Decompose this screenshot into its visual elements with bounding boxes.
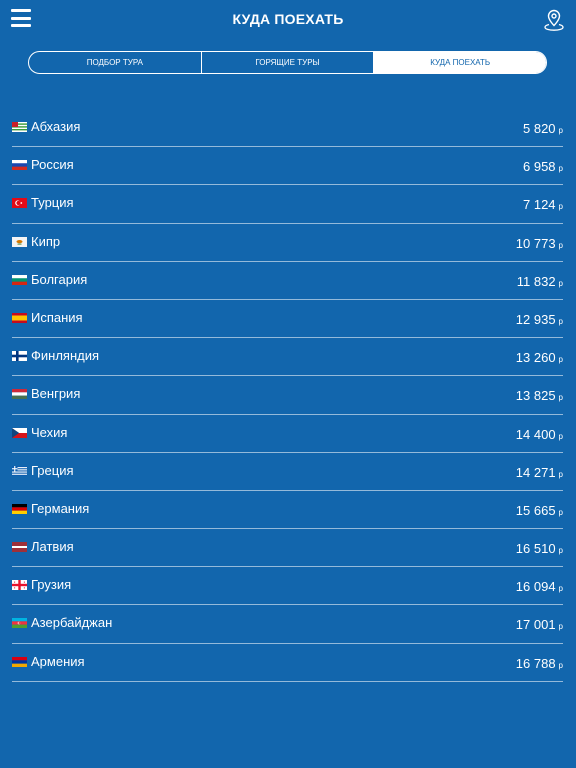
currency-symbol: р [558,240,563,250]
tab-where-to-go[interactable]: КУДА ПОЕХАТЬ [373,52,546,73]
bulgaria-flag-icon [12,274,27,285]
azerbaijan-flag-icon [12,618,27,629]
destination-price: 7 124 р [523,197,563,212]
price-value: 16 788 [515,655,556,671]
currency-symbol: р [558,469,563,479]
tab-switcher: ПОДБОР ТУРА ГОРЯЩИЕ ТУРЫ КУДА ПОЕХАТЬ [28,51,547,74]
tab-hot-tours[interactable]: ГОРЯЩИЕ ТУРЫ [200,52,374,73]
destination-price: 11 832 р [517,274,563,289]
destination-row[interactable]: Азербайджан 17 001 р [12,605,563,644]
destination-name: Турция [31,195,74,211]
spain-flag-icon [12,312,27,323]
destination-price: 6 958 р [523,159,563,174]
destination-price: 16 094 р [516,579,563,594]
destination-name: Армения [31,653,85,669]
price-value: 14 271 [515,464,556,480]
destination-name: Россия [31,157,74,173]
currency-symbol: р [558,507,563,517]
destination-price: 16 510 р [516,541,563,556]
price-value: 7 124 [523,197,556,213]
destination-row[interactable]: Турция 7 124 р [12,185,563,224]
turkey-flag-icon [12,198,27,209]
destination-row[interactable]: Финляндия 13 260 р [12,338,563,377]
currency-symbol: р [558,393,563,403]
destination-row[interactable]: Испания 12 935 р [12,300,563,339]
greece-flag-icon [12,465,27,476]
abkhazia-flag-icon [12,122,27,132]
destination-row[interactable]: Греция 14 271 р [12,453,563,491]
destination-name: Грузия [31,577,72,593]
currency-symbol: р [558,278,563,288]
destination-row[interactable]: Германия 15 665 р [12,491,563,530]
destination-name: Германия [31,500,90,516]
destination-name: Кипр [31,233,61,249]
finland-flag-icon [12,351,27,362]
currency-symbol: р [558,622,563,632]
destination-name: Финляндия [31,348,100,364]
page-title: КУДА ПОЕХАТЬ [232,11,344,27]
price-value: 13 260 [515,350,556,366]
destination-price: 5 820 р [523,121,563,136]
price-value: 14 400 [515,426,556,442]
price-value: 12 935 [515,311,556,327]
price-value: 5 820 [523,121,556,136]
cyprus-flag-icon [12,236,27,247]
destination-row[interactable]: Болгария 11 832 р [12,262,563,300]
latvia-flag-icon [12,542,27,553]
price-value: 17 001 [515,617,556,633]
map-pin-icon[interactable] [544,9,564,31]
destination-row[interactable]: Латвия 16 510 р [12,529,563,568]
destination-row[interactable]: Абхазия 5 820 р [12,109,563,148]
destination-name: Абхазия [31,119,81,134]
currency-symbol: р [558,164,563,174]
destination-name: Венгрия [31,386,81,402]
tab-tour-selection[interactable]: ПОДБОР ТУРА [29,52,201,73]
price-value: 10 773 [515,235,556,251]
armenia-flag-icon [12,656,27,667]
destination-price: 17 001 р [516,617,563,632]
russia-flag-icon [12,160,27,171]
currency-symbol: р [558,584,563,594]
currency-symbol: р [558,355,563,365]
destination-row[interactable]: Кипр 10 773 р [12,224,563,262]
price-value: 6 958 [523,159,556,175]
destination-price: 10 773 р [516,236,563,251]
destination-price: 15 665 р [516,503,563,518]
destination-row[interactable]: Армения 16 788 р [12,644,563,682]
price-value: 13 825 [515,388,556,404]
currency-symbol: р [558,431,563,441]
price-value: 16 510 [515,541,556,557]
destination-name: Чехия [31,424,68,440]
destination-price: 14 271 р [516,465,563,480]
destination-list: Абхазия 5 820 р Россия 6 958 р Турция 7 124 р Кип… [12,109,563,682]
currency-symbol: р [558,126,563,135]
destination-row[interactable]: Венгрия 13 825 р [12,376,563,415]
destination-name: Азербайджан [31,615,113,631]
destination-price: 12 935 р [516,312,563,327]
destination-price: 14 400 р [516,427,563,442]
hungary-flag-icon [12,389,27,400]
destination-name: Латвия [31,539,74,555]
currency-symbol: р [558,660,563,670]
destination-name: Болгария [31,271,88,287]
destination-price: 16 788 р [516,656,563,671]
destination-row[interactable]: Грузия 16 094 р [12,567,563,606]
currency-symbol: р [558,202,563,212]
destination-row[interactable]: Россия 6 958 р [12,147,563,186]
price-value: 15 665 [515,502,556,518]
destination-row[interactable]: Чехия 14 400 р [12,415,563,453]
destination-price: 13 825 р [516,388,563,403]
destination-name: Греция [31,462,74,478]
currency-symbol: р [558,546,563,556]
germany-flag-icon [12,503,27,514]
price-value: 11 832 [516,273,556,289]
czech-flag-icon [12,427,27,438]
price-value: 16 094 [515,579,556,595]
currency-symbol: р [558,316,563,326]
georgia-flag-icon [12,580,27,591]
destination-price: 13 260 р [516,350,563,365]
destination-name: Испания [31,309,83,325]
top-bar: КУДА ПОЕХАТЬ [0,0,576,42]
